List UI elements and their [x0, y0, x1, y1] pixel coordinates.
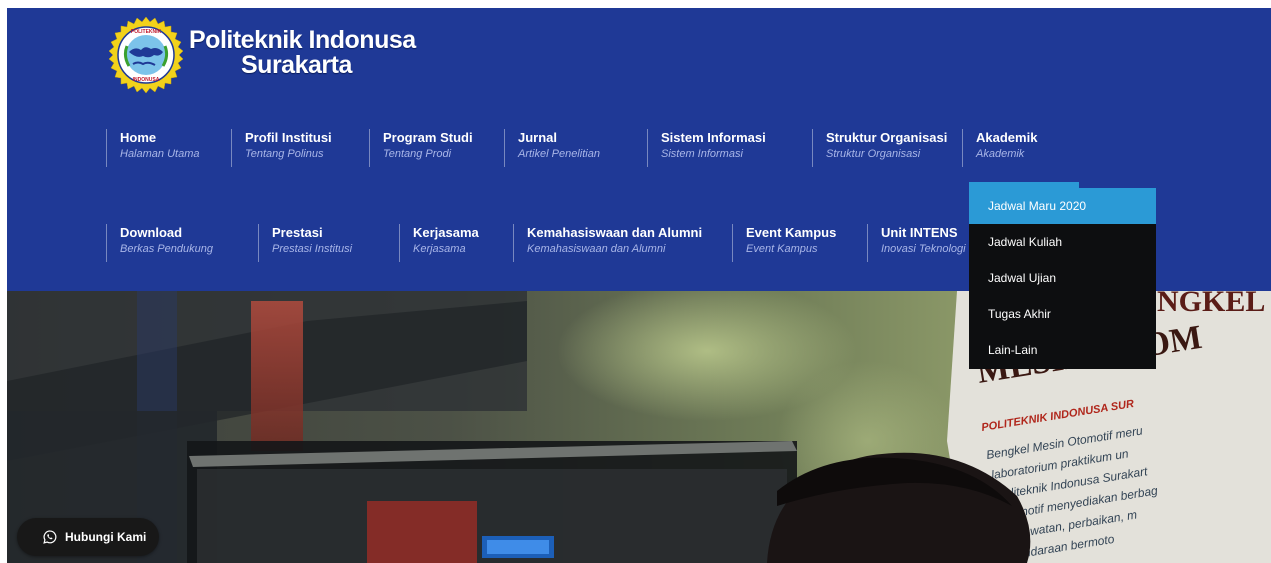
nav-subtitle: Sistem Informasi: [661, 148, 743, 160]
dropdown-item-jadwal-kuliah[interactable]: Jadwal Kuliah: [969, 224, 1156, 260]
brand-line-1: Politeknik Indonusa: [189, 26, 416, 54]
nav-subtitle: Tentang Prodi: [383, 148, 452, 160]
dropdown-item-jadwal-ujian[interactable]: Jadwal Ujian: [969, 260, 1156, 296]
nav-title: Event Kampus: [746, 225, 837, 240]
nav-subtitle: Artikel Penelitian: [518, 148, 600, 160]
akademik-dropdown-menu: Jadwal Maru 2020 Jadwal Kuliah Jadwal Uj…: [969, 188, 1156, 369]
nav-prestasi[interactable]: Prestasi Prestasi Institusi: [258, 224, 352, 262]
nav-title: Sistem Informasi: [661, 130, 766, 145]
whatsapp-icon: [43, 530, 57, 544]
nav-unit-intens[interactable]: Unit INTENS Inovasi Teknologi: [867, 224, 966, 262]
nav-title: Profil Institusi: [245, 130, 332, 145]
dropdown-item-tugas-akhir[interactable]: Tugas Akhir: [969, 296, 1156, 332]
nav-subtitle: Kemahasiswaan dan Alumni: [527, 243, 666, 255]
dropdown-item-jadwal-maru-2020[interactable]: Jadwal Maru 2020: [969, 188, 1156, 224]
nav-title: Struktur Organisasi: [826, 130, 948, 145]
nav-kerjasama[interactable]: Kerjasama Kerjasama: [399, 224, 479, 262]
nav-subtitle: Inovasi Teknologi: [881, 243, 966, 255]
nav-subtitle: Event Kampus: [746, 243, 818, 255]
nav-program-studi[interactable]: Program Studi Tentang Prodi: [369, 129, 473, 167]
contact-label: Hubungi Kami: [65, 530, 147, 544]
dropdown-item-lain-lain[interactable]: Lain-Lain: [969, 332, 1156, 368]
nav-subtitle: Prestasi Institusi: [272, 243, 353, 255]
logo-text-bottom: INDONUSA: [133, 77, 160, 83]
nav-title: Akademik: [976, 130, 1038, 145]
nav-title: Kemahasiswaan dan Alumni: [527, 225, 703, 240]
nav-subtitle: Halaman Utama: [120, 148, 200, 160]
site-brand-name[interactable]: Politeknik Indonusa Surakarta: [189, 28, 416, 78]
nav-profil-institusi[interactable]: Profil Institusi Tentang Polinus: [231, 129, 332, 167]
nav-subtitle: Struktur Organisasi: [826, 148, 921, 160]
nav-jurnal[interactable]: Jurnal Artikel Penelitian: [504, 129, 600, 167]
nav-akademik[interactable]: Akademik Akademik: [962, 129, 1037, 167]
nav-subtitle: Akademik: [976, 148, 1025, 160]
nav-sistem-informasi[interactable]: Sistem Informasi Sistem Informasi: [647, 129, 766, 167]
nav-title: Download: [120, 225, 183, 240]
nav-kemahasiswaan-alumni[interactable]: Kemahasiswaan dan Alumni Kemahasiswaan d…: [513, 224, 702, 262]
nav-title: Home: [120, 130, 157, 145]
nav-home[interactable]: Home Halaman Utama: [106, 129, 199, 167]
contact-whatsapp-button[interactable]: Hubungi Kami: [17, 518, 159, 556]
nav-title: Prestasi: [272, 225, 323, 240]
nav-title: Kerjasama: [413, 225, 479, 240]
nav-title: Unit INTENS: [881, 225, 958, 240]
nav-title: Jurnal: [518, 130, 558, 145]
nav-event-kampus[interactable]: Event Kampus Event Kampus: [732, 224, 836, 262]
brand-line-2: Surakarta: [241, 51, 352, 79]
nav-subtitle: Tentang Polinus: [245, 148, 324, 160]
nav-subtitle: Berkas Pendukung: [120, 243, 213, 255]
logo-text-top: POLITEKNIK: [131, 29, 162, 35]
nav-title: Program Studi: [383, 130, 473, 145]
nav-download[interactable]: Download Berkas Pendukung: [106, 224, 213, 262]
nav-subtitle: Kerjasama: [413, 243, 466, 255]
nav-struktur-organisasi[interactable]: Struktur Organisasi Struktur Organisasi: [812, 129, 947, 167]
college-seal-logo[interactable]: POLITEKNIK INDONUSA: [107, 16, 185, 94]
